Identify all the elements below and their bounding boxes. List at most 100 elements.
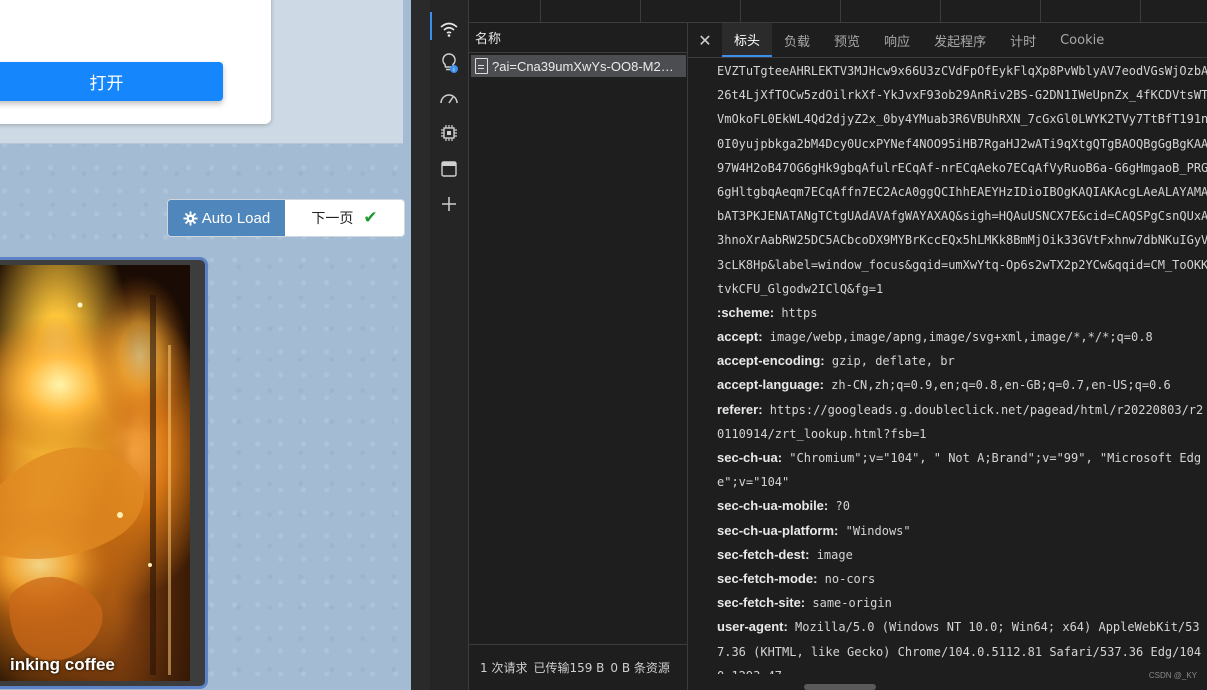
header-value: gzip, deflate, br (831, 354, 955, 369)
header-sec-fetch-site: sec-fetch-site: same-origin (717, 591, 1207, 615)
gear-icon (183, 210, 198, 226)
resource-size: 0 B 条资源 (610, 661, 670, 675)
header-accept: accept: image/webp,image/apng,image/svg+… (717, 325, 1207, 349)
request-row[interactable]: ?ai=Cna39umXwYs-OO8-M2wdPj7KABArtv5uCbhu… (471, 55, 686, 77)
header-scheme: :scheme: https (717, 301, 1207, 325)
network-wifi-icon[interactable] (438, 18, 460, 40)
open-button[interactable]: 打开 (0, 62, 223, 101)
auto-load-label: Auto Load (201, 209, 271, 227)
header-key: accept-language: (717, 377, 824, 393)
url-line: 3hnoXrAabRW25DC5ACbcoDX9MYBrKccEQx5hLMKk… (717, 233, 1207, 248)
transferred-size: 已传输159 B (533, 661, 605, 675)
url-line: 3cLK8Hp&label=window_focus&gqid=umXwYtq-… (717, 257, 1207, 272)
file-icon (475, 58, 488, 74)
url-line: VmOkoFL0EkWL4Qd2djyZ2x_0by4YMuab3R6VBUhR… (717, 112, 1207, 127)
tab-timing[interactable]: 计时 (998, 23, 1048, 57)
header-value-continuation: e";v="104" (717, 475, 790, 490)
header-value: no-cors (824, 571, 876, 586)
header-sec-fetch-mode: sec-fetch-mode: no-cors (717, 567, 1207, 591)
header-key: user-agent: (717, 619, 788, 635)
request-headers-body: EVZTuTgteeAHRLEKTV3MJHcw9x66U3zCVdFpOfEy… (717, 59, 1207, 674)
header-key: referer: (717, 401, 763, 417)
devtools-activity-bar: i (430, 0, 469, 690)
add-tool-icon[interactable] (438, 193, 460, 215)
request-list-panel: 名称 ?ai=Cna39umXwYs-OO8-M2wdPj7KABArtv5uC… (469, 23, 688, 690)
header-value-continuation: 0110914/zrt_lookup.html?fsb=1 (717, 426, 927, 441)
url-line: EVZTuTgteeAHRLEKTV3MJHcw9x66U3zCVdFpOfEy… (717, 64, 1207, 78)
header-sec-fetch-dest: sec-fetch-dest: image (717, 543, 1207, 567)
application-window-icon[interactable] (438, 158, 460, 180)
header-referer: referer: https://googleads.g.doubleclick… (717, 398, 1207, 422)
toolbar-divider (640, 0, 641, 23)
header-key: sec-fetch-mode: (717, 570, 818, 586)
pagination-button-group: Auto Load 下一页 ✔ (167, 199, 405, 237)
close-icon[interactable]: ✕ (688, 23, 722, 57)
network-status-bar: 1 次请求 已传输159 B 0 B 条资源 (469, 644, 688, 690)
checkmark-icon: ✔ (363, 208, 378, 228)
header-accept-language: accept-language: zh-CN,zh;q=0.9,en;q=0.8… (717, 373, 1207, 397)
toolbar-divider (940, 0, 941, 23)
header-user-agent: user-agent: Mozilla/5.0 (Windows NT 10.0… (717, 615, 1207, 639)
header-value-continuation: 0.1293.47 (717, 664, 1207, 674)
header-key: sec-fetch-site: (717, 595, 806, 611)
request-detail-pane: ✕ 标头 负载 预览 响应 发起程序 计时 Cookie EVZTuTgteeA… (688, 23, 1207, 690)
header-key: accept: (717, 329, 763, 345)
header-value: same-origin (812, 596, 892, 611)
next-page-label: 下一页 (311, 211, 354, 227)
header-value-continuation: 7.36 (KHTML, like Gecko) Chrome/104.0.51… (717, 644, 1202, 659)
memory-chip-icon[interactable] (438, 122, 460, 144)
detail-tabs: ✕ 标头 负载 预览 响应 发起程序 计时 Cookie (688, 23, 1207, 58)
header-value: image/webp,image/apng,image/svg+xml,imag… (769, 330, 1153, 345)
top-panel: 打开 (0, 0, 403, 144)
request-name: ?ai=Cna39umXwYs-OO8-M2wdPj7KABArtv5uCbhu… (492, 58, 682, 74)
page-divider (411, 0, 430, 690)
tab-preview[interactable]: 预览 (822, 23, 872, 57)
header-value: image (816, 547, 853, 562)
active-indicator (430, 12, 432, 40)
fox-illustration (0, 275, 190, 675)
photo-caption: inking coffee (10, 655, 115, 674)
header-key: sec-fetch-dest: (717, 546, 810, 562)
devtools-panel: i 名称 ?ai=Cna39umXwYs-OO8-M2wd 1 次请求 已传输1… (430, 0, 1207, 690)
lightbulb-icon[interactable]: i (438, 52, 460, 74)
header-key: accept-encoding: (717, 353, 825, 369)
header-sec-ch-ua-platform: sec-ch-ua-platform: "Windows" (717, 519, 1207, 543)
header-value: ?0 (835, 499, 850, 514)
web-page-viewport: 打开 Auto Load 下一页 ✔ inking coffee (0, 0, 411, 690)
header-value: https (781, 305, 818, 320)
horizontal-scrollbar[interactable] (804, 684, 876, 690)
toolbar-divider (840, 0, 841, 23)
header-value: https://googleads.g.doubleclick.net/page… (769, 402, 1204, 417)
performance-gauge-icon[interactable] (438, 88, 460, 110)
header-value: "Chromium";v="104", " Not A;Brand";v="99… (789, 451, 1202, 465)
url-line: tvkCFU_Glgodw2IClQ&fg=1 (717, 281, 884, 296)
next-page-button[interactable]: 下一页 ✔ (285, 200, 404, 236)
url-line: 26t4LjXfTOCw5zdOilrkXf-YkJvxF93ob29AnRiv… (717, 88, 1207, 103)
auto-load-button[interactable]: Auto Load (168, 200, 285, 236)
header-value: Mozilla/5.0 (Windows NT 10.0; Win64; x64… (795, 620, 1200, 635)
header-value: "Windows" (845, 523, 911, 538)
url-line: 0I0yujpbkga2bM4Dcy0UcxPYNef4NOO95iHB7Rga… (717, 136, 1207, 151)
url-line: bAT3PKJENATANgTCtgUAdAVAfgWAYAXAQ&sigh=H… (717, 209, 1207, 224)
header-key: sec-ch-ua-platform: (717, 522, 839, 538)
header-key: sec-ch-ua-mobile: (717, 498, 829, 514)
tab-headers[interactable]: 标头 (722, 23, 773, 57)
toolbar-divider (1040, 0, 1041, 23)
tab-response[interactable]: 响应 (872, 23, 922, 57)
header-sec-ch-ua-mobile: sec-ch-ua-mobile: ?0 (717, 494, 1207, 518)
tab-payload[interactable]: 负载 (772, 23, 822, 57)
header-sec-ch-ua: sec-ch-ua: "Chromium";v="104", " Not A;B… (717, 446, 1207, 470)
header-key: :scheme: (717, 304, 775, 320)
request-count: 1 次请求 (480, 661, 528, 675)
image-card[interactable]: inking coffee (0, 260, 205, 686)
url-line: 6gHltgbqAeqm7ECqAffn7EC2AcA0ggQCIhhEAEYH… (717, 184, 1207, 199)
name-column-header[interactable]: 名称 (469, 23, 687, 53)
watermark: CSDN @_KY (1148, 671, 1197, 680)
header-value: zh-CN,zh;q=0.9,en;q=0.8,en-GB;q=0.7,en-U… (831, 378, 1171, 393)
header-accept-encoding: accept-encoding: gzip, deflate, br (717, 349, 1207, 373)
header-key: sec-ch-ua: (717, 450, 783, 465)
url-line: 97W4H2oB47OG6gHk9gbqAfulrECqAf-nrECqAeko… (717, 160, 1207, 175)
tab-initiator[interactable]: 发起程序 (922, 23, 998, 57)
toolbar-divider (540, 0, 541, 23)
tab-cookies[interactable]: Cookie (1048, 23, 1116, 57)
